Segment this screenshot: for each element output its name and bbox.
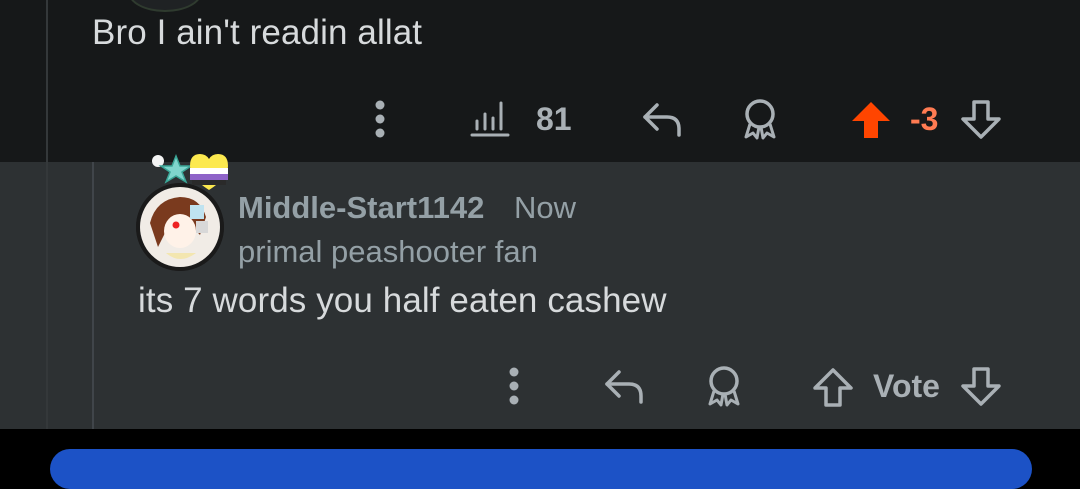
more-options-button[interactable]: [360, 98, 400, 140]
score: -3: [910, 101, 939, 137]
upvote-button[interactable]: [810, 365, 856, 409]
username[interactable]: Middle-Start1142: [238, 190, 484, 226]
more-options-button[interactable]: [494, 365, 534, 407]
views-count: 81: [536, 101, 572, 137]
user-flair: primal peashooter fan: [238, 234, 538, 269]
reply-icon: [605, 370, 643, 404]
timestamp: Now: [514, 190, 577, 225]
reply-thread-line[interactable]: [92, 162, 94, 429]
award-icon: [708, 366, 740, 407]
reply-input-bar[interactable]: [50, 449, 1032, 489]
bar-chart-icon: [470, 101, 510, 137]
arrow-down-icon: [961, 367, 1001, 406]
arrow-up-filled-icon: [852, 102, 890, 138]
downvote-button[interactable]: [958, 365, 1004, 409]
views-button[interactable]: [466, 96, 514, 140]
more-vertical-icon: [509, 367, 519, 405]
award-icon: [744, 99, 776, 140]
award-button[interactable]: [736, 96, 784, 142]
downvote-button[interactable]: [958, 98, 1004, 142]
vote-label: Vote: [873, 368, 940, 404]
upvote-button[interactable]: [848, 98, 894, 142]
award-button[interactable]: [700, 363, 748, 409]
arrow-down-icon: [961, 100, 1001, 139]
thread-line[interactable]: [46, 0, 48, 429]
reply-comment-text: its 7 words you half eaten cashew: [138, 281, 667, 320]
arrow-up-icon: [813, 368, 853, 407]
reply-button[interactable]: [638, 96, 686, 142]
parent-comment-text: Bro I ain't readin allat: [92, 13, 423, 52]
avatar-accessories: [152, 153, 228, 190]
reply-icon: [643, 103, 681, 137]
reply-button[interactable]: [600, 363, 648, 409]
more-vertical-icon: [375, 100, 385, 138]
